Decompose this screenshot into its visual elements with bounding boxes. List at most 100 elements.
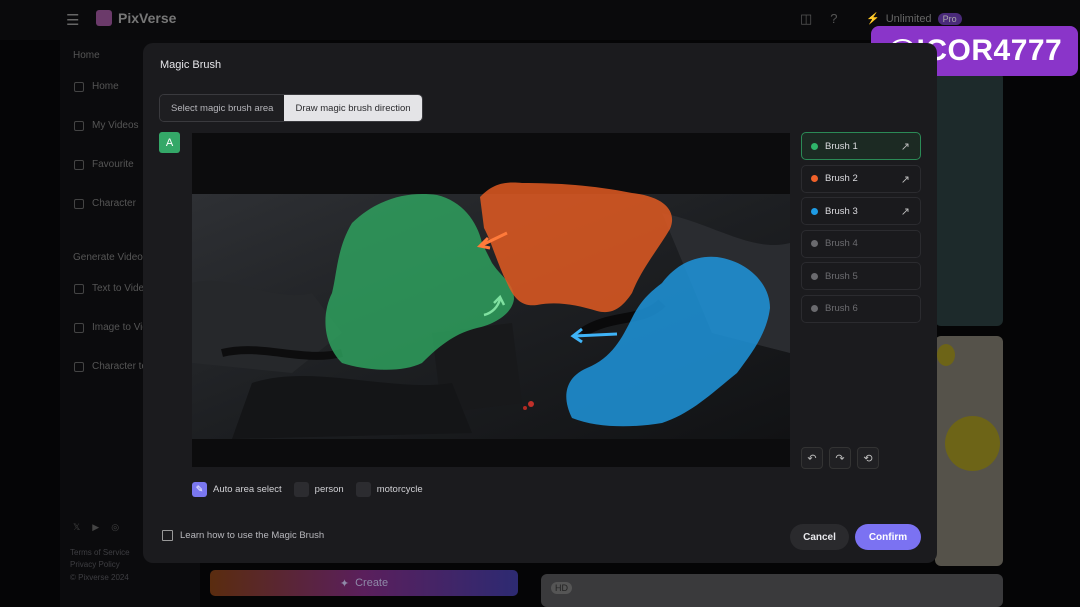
sidebar-label: My Videos (92, 120, 139, 131)
brush-color-dot (811, 305, 818, 312)
checkbox-label: motorcycle (376, 484, 423, 495)
lightning-icon: ⚡ (866, 13, 880, 25)
sidebar-item-my-videos[interactable]: My Videos (74, 120, 139, 131)
layout-icon[interactable]: ◫ (800, 11, 812, 27)
sidebar-item-text-to-video[interactable]: Text to Video (74, 283, 150, 294)
direction-arrow-icon: ↗ (900, 141, 910, 153)
brush-list: Brush 1 ↗ Brush 2 ↗ Brush 3 ↗ Brush 4 Br… (801, 132, 921, 327)
brush-item-5[interactable]: Brush 5 (801, 262, 921, 290)
tab-select-area[interactable]: Select magic brush area (160, 95, 285, 121)
auto-area-checkbox[interactable]: ✎ (192, 482, 207, 497)
sidebar-item-favourite[interactable]: Favourite (74, 159, 134, 170)
brush-label: Brush 1 (825, 140, 858, 152)
unlimited-label: Unlimited (885, 12, 932, 25)
character-icon (74, 198, 84, 209)
brush-3-direction-arrow (573, 332, 618, 338)
checkbox-label: person (314, 484, 344, 495)
redo-icon: ↷ (835, 452, 845, 465)
top-icons: ◫ ? (800, 11, 838, 27)
home-icon (74, 81, 84, 92)
create-label: Create (355, 577, 389, 589)
undo-button[interactable]: ↶ (801, 447, 823, 469)
reset-button[interactable]: ⟲ (857, 447, 879, 469)
book-icon (162, 530, 173, 541)
learn-link-label: Learn how to use the Magic Brush (180, 530, 325, 541)
heart-icon (74, 159, 84, 170)
sidebar-item-character[interactable]: Character (74, 198, 136, 209)
undo-icon: ↶ (807, 452, 817, 465)
checkbox-label: Auto area select (213, 484, 282, 495)
magic-brush-dialog: Magic Brush Select magic brush area Draw… (143, 43, 937, 563)
sidebar-label: Favourite (92, 159, 134, 170)
sidebar-item-home-title[interactable]: Home (73, 50, 100, 61)
brush-item-3[interactable]: Brush 3 ↗ (801, 197, 921, 225)
dialog-title: Magic Brush (160, 59, 222, 71)
help-icon[interactable]: ? (830, 11, 837, 27)
discord-icon[interactable]: ◎ (111, 522, 119, 533)
sidebar-label: Text to Video (92, 283, 150, 294)
terms-link[interactable]: Terms of Service (70, 548, 130, 557)
app-root: ☰ PixVerse ◫ ? ⚡ Unlimited Pro Home Home… (0, 0, 1080, 607)
area-options: ✎ Auto area select person motorcycle (192, 482, 423, 497)
red-light (523, 406, 527, 410)
confirm-button[interactable]: Confirm (855, 524, 921, 550)
background-video-card[interactable] (935, 72, 1003, 326)
pro-badge: Pro (937, 12, 962, 25)
image-icon (74, 322, 84, 333)
create-button[interactable]: ✦ Create (210, 570, 518, 596)
brush-color-dot (811, 240, 818, 247)
direction-arrow-icon: ↗ (900, 206, 910, 218)
brush-label: Brush 6 (825, 303, 858, 314)
pixverse-logo-icon (96, 10, 112, 26)
brush-label: Brush 5 (825, 270, 858, 282)
motorcycle-option[interactable]: motorcycle (355, 482, 423, 497)
mode-tabs: Select magic brush area Draw magic brush… (159, 94, 423, 122)
sidebar-label: Character (92, 198, 136, 209)
cancel-button[interactable]: Cancel (790, 524, 849, 550)
youtube-icon[interactable]: ▶ (92, 522, 99, 533)
lemon-shape (937, 344, 955, 366)
copyright: © Pixverse 2024 (70, 573, 129, 582)
brush-label: Brush 4 (825, 238, 858, 249)
history-controls: ↶ ↷ ⟲ (801, 447, 879, 469)
background-video-card[interactable] (935, 336, 1003, 566)
brush-item-2[interactable]: Brush 2 ↗ (801, 164, 921, 193)
brush-item-1[interactable]: Brush 1 ↗ (801, 132, 921, 160)
lemon-shape (945, 416, 1000, 471)
hd-badge: HD (551, 582, 572, 594)
brand-name: PixVerse (118, 10, 177, 26)
tab-draw-direction[interactable]: Draw magic brush direction (284, 95, 422, 121)
learn-link[interactable]: Learn how to use the Magic Brush (162, 530, 324, 541)
canvas-image (192, 182, 790, 439)
brush-color-dot (811, 272, 818, 280)
redo-button[interactable]: ↷ (829, 447, 851, 469)
logo[interactable]: PixVerse (96, 10, 176, 26)
plan-indicator[interactable]: ⚡ Unlimited Pro (866, 12, 962, 25)
area-badge: A (159, 132, 180, 153)
person-checkbox[interactable] (293, 482, 309, 497)
red-light (528, 401, 534, 407)
x-icon[interactable]: 𝕏 (73, 522, 80, 533)
sidebar-label: Home (92, 81, 119, 92)
auto-area-select-option[interactable]: ✎ Auto area select (192, 482, 282, 497)
video-icon (74, 120, 84, 131)
sidebar-item-home[interactable]: Home (74, 81, 119, 92)
motorcycle-checkbox[interactable] (355, 482, 371, 497)
direction-arrow-icon: ↗ (900, 173, 910, 186)
background-video-card[interactable]: HD (541, 574, 1003, 607)
brush-item-6[interactable]: Brush 6 (801, 294, 921, 323)
character-video-icon (74, 361, 84, 372)
brush-canvas[interactable] (192, 133, 790, 467)
sparkle-icon: ✦ (339, 577, 350, 590)
privacy-link[interactable]: Privacy Policy (70, 560, 120, 569)
brush-item-4[interactable]: Brush 4 (801, 229, 921, 258)
brush-color-dot (811, 175, 818, 182)
scene-shape (232, 375, 472, 439)
menu-icon[interactable]: ☰ (66, 11, 79, 29)
social-links: 𝕏 ▶ ◎ (73, 522, 119, 533)
person-option[interactable]: person (293, 482, 344, 497)
sidebar-section-generate: Generate Video (73, 252, 143, 263)
reset-icon: ⟲ (863, 452, 873, 465)
text-icon (74, 283, 84, 294)
brush-label: Brush 2 (825, 173, 858, 184)
